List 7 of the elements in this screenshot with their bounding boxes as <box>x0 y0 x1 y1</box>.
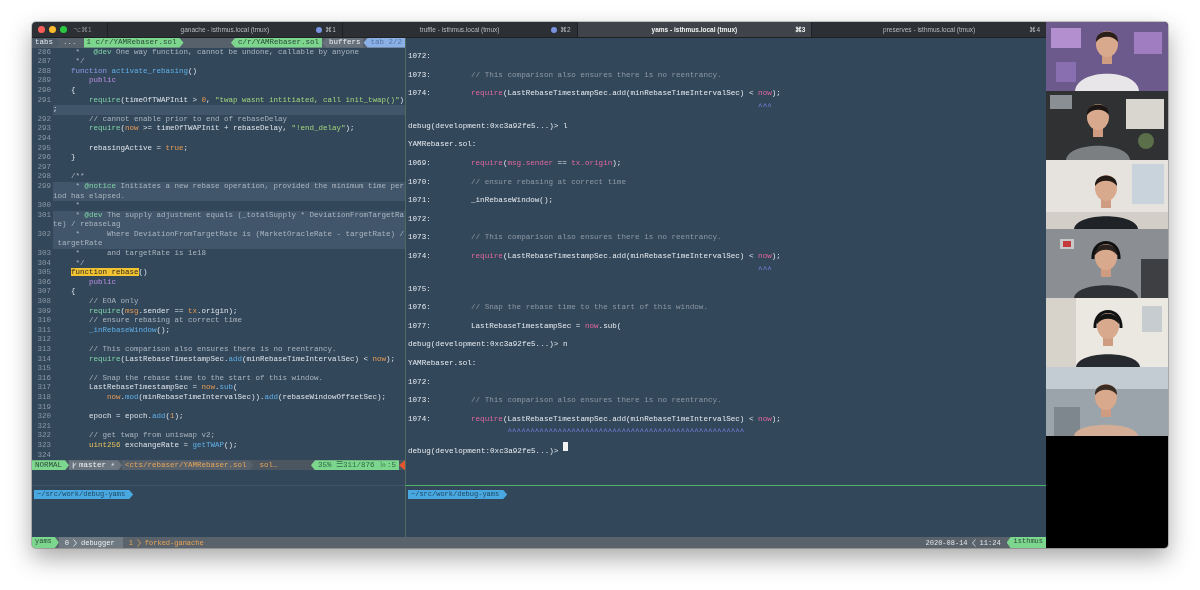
chevron-icon <box>971 538 976 547</box>
minimize-button[interactable] <box>49 26 56 33</box>
branch-icon <box>72 461 77 469</box>
chevron-icon <box>136 538 141 547</box>
close-button[interactable] <box>38 26 45 33</box>
zoom-button[interactable] <box>60 26 67 33</box>
chevron-icon <box>73 538 77 547</box>
